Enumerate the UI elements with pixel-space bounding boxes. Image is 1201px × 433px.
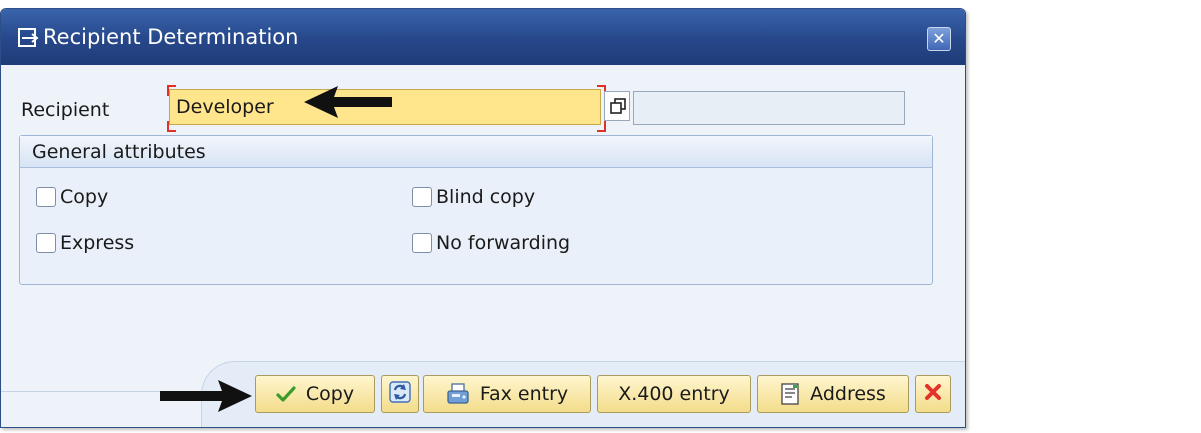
checkmark-icon	[276, 385, 296, 403]
required-marker	[167, 121, 176, 132]
window-title: Recipient Determination	[43, 25, 299, 49]
dialog-content: Recipient General attributes Copy Blind …	[1, 65, 965, 427]
window-icon	[17, 27, 39, 49]
required-marker	[167, 85, 176, 96]
value-help-button[interactable]	[604, 91, 630, 121]
pointer-arrow-right-icon	[160, 380, 252, 412]
close-button[interactable]: ✕	[927, 27, 951, 51]
checkbox-box[interactable]	[36, 233, 56, 253]
general-attributes-group: General attributes Copy Blind copy Expre…	[19, 135, 933, 285]
checkbox-label: Copy	[60, 186, 109, 208]
address-button[interactable]: Address	[757, 375, 909, 413]
checkbox-label: Express	[60, 232, 135, 254]
copy-checkbox[interactable]: Copy	[36, 186, 108, 208]
no-forwarding-checkbox[interactable]: No forwarding	[412, 232, 570, 254]
checkbox-box[interactable]	[36, 187, 56, 207]
title-bar: Recipient Determination ✕	[1, 9, 965, 65]
refresh-button[interactable]	[381, 375, 419, 413]
cancel-button[interactable]	[915, 375, 951, 413]
checkbox-box[interactable]	[412, 233, 432, 253]
copy-button-label: Copy	[305, 383, 355, 405]
close-icon: ✕	[932, 29, 946, 48]
checkbox-label: No forwarding	[436, 232, 571, 254]
required-marker	[597, 121, 606, 132]
refresh-icon	[389, 380, 411, 408]
fax-entry-label: Fax entry	[479, 383, 569, 405]
recipient-label: Recipient	[21, 99, 110, 121]
checkbox-label: Blind copy	[436, 186, 536, 208]
copy-icon	[610, 98, 626, 114]
blind-copy-checkbox[interactable]: Blind copy	[412, 186, 535, 208]
group-title: General attributes	[20, 136, 932, 168]
copy-button[interactable]: Copy	[255, 375, 375, 413]
fax-icon	[446, 383, 470, 405]
express-checkbox[interactable]: Express	[36, 232, 134, 254]
address-icon	[780, 383, 800, 405]
pointer-arrow-left-icon	[304, 86, 392, 118]
address-button-label: Address	[810, 383, 886, 405]
x400-entry-label: X.400 entry	[618, 383, 730, 405]
fax-entry-button[interactable]: Fax entry	[423, 375, 591, 413]
recipient-determination-dialog: Recipient Determination ✕ Recipient Gene…	[0, 8, 966, 428]
x400-entry-button[interactable]: X.400 entry	[597, 375, 751, 413]
recipient-description-field	[633, 91, 905, 125]
cancel-icon	[923, 382, 943, 407]
checkbox-box[interactable]	[412, 187, 432, 207]
